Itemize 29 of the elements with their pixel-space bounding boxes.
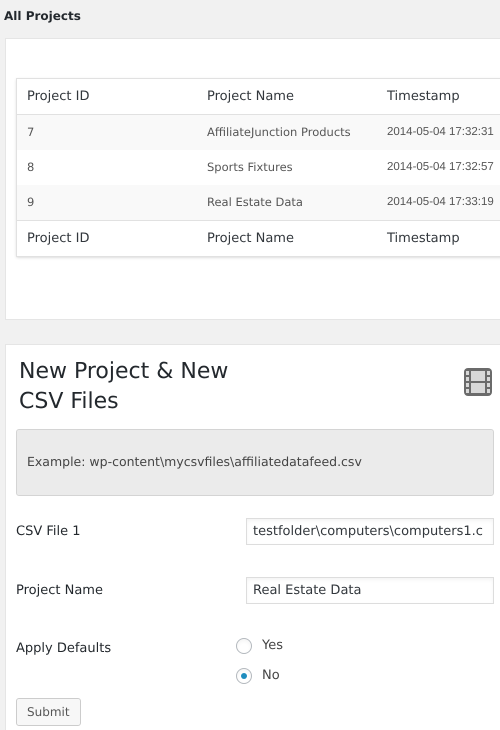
page-title: All Projects (4, 9, 81, 23)
radio-option[interactable]: Yes (236, 636, 283, 656)
column-footer: Timestamp (387, 228, 500, 248)
submit-button[interactable]: Submit (16, 698, 81, 726)
field-label: CSV File 1 (16, 522, 81, 541)
text-field[interactable]: testfolder\computers\computers1.c (246, 518, 494, 545)
column-header: Project Name (207, 88, 295, 106)
column-footer: Project Name (207, 228, 387, 248)
film-icon (464, 368, 492, 396)
table-cell-text: Real Estate Data (207, 194, 304, 211)
table-cell-text: 2014-05-04 17:32:57 (387, 160, 495, 175)
column-header: Project ID (27, 88, 90, 106)
form-title: New Project & New CSV Files (18, 358, 230, 416)
radio-button[interactable] (236, 638, 252, 654)
table-cell-text: Sports Fixtures (207, 158, 294, 176)
text-field[interactable]: Real Estate Data (246, 577, 494, 604)
table-cell-text: AffiliateJunction Products (207, 124, 352, 141)
table-cell-text: 2014-05-04 17:32:31 (387, 124, 495, 140)
field-label: Apply Defaults (16, 640, 112, 658)
table-cell-text: 7 (27, 124, 36, 141)
radio-option[interactable]: No (236, 666, 283, 686)
column-footer: Project ID (27, 228, 207, 248)
table-cell-text: 8 (27, 158, 36, 176)
radio-button[interactable] (236, 668, 252, 684)
notice-text: Example: wp-content\mycsvfiles\affiliatedatafeed.csv (27, 453, 362, 472)
field-label: Project Name (16, 582, 103, 600)
column-header: Timestamp (387, 88, 461, 106)
table-cell-text: 9 (27, 194, 36, 211)
table-cell-text: 2014-05-04 17:33:19 (387, 194, 495, 210)
